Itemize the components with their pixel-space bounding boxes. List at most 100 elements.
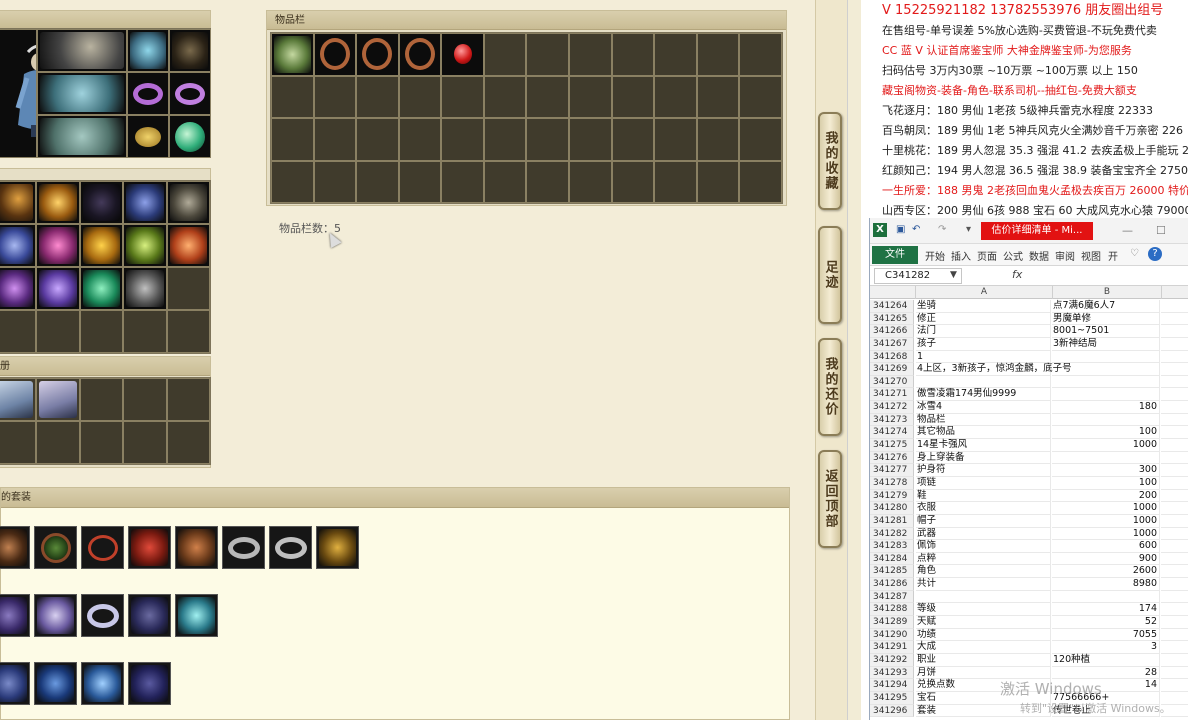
cell-c[interactable] [1161,629,1188,642]
row-number[interactable]: 341291 [870,641,914,654]
tab-developer[interactable]: 开 [1108,248,1118,263]
row-number[interactable]: 341283 [870,540,914,553]
cell-c[interactable] [1161,565,1188,579]
fx-icon[interactable]: fx [1012,268,1022,281]
cell-b[interactable]: 900 [1052,552,1160,566]
cell-b[interactable]: 200 [1052,489,1160,503]
set-item[interactable] [34,662,77,705]
pet-slot-empty[interactable] [79,421,124,464]
tab-view[interactable]: 视图 [1081,248,1101,263]
cell-b[interactable]: 1000 [1052,514,1160,528]
pet-slot-empty[interactable] [123,421,167,464]
cell-c[interactable] [1161,540,1188,553]
item-slot[interactable] [166,181,210,224]
back-to-top-button[interactable]: 返回顶部 [818,450,842,548]
redo-icon[interactable]: ↷ [938,225,948,235]
cell-c[interactable] [1161,616,1188,629]
equip-slot-hat[interactable] [127,29,169,72]
column-header-b[interactable]: B [1052,286,1161,299]
item-slot-empty[interactable] [166,310,210,353]
cell-c[interactable] [1161,641,1188,654]
item-slot[interactable] [166,224,210,267]
cell-a[interactable]: 帽子 [916,514,1051,528]
pet-slot-empty[interactable] [166,421,210,464]
cell-a[interactable]: 孩子 [916,337,1051,351]
set-item[interactable] [34,526,77,569]
inventory-slot-empty[interactable] [526,75,570,118]
row-number[interactable]: 341289 [870,616,914,629]
inventory-slot-empty[interactable] [611,75,655,118]
pet-slot[interactable] [0,378,37,421]
equip-slot-amulet[interactable] [127,115,169,158]
set-item[interactable] [81,662,124,705]
row-number[interactable]: 341275 [870,439,914,452]
cell-c[interactable] [1161,464,1188,477]
inventory-slot-empty[interactable] [569,118,612,161]
equip-slot-mask[interactable] [169,29,211,72]
footprints-button[interactable]: 足迹 [818,226,842,324]
pet-slot-empty[interactable] [123,378,167,421]
cell-c[interactable] [1161,426,1188,440]
tab-data[interactable]: 数据 [1029,248,1049,263]
row-number[interactable]: 341279 [870,489,914,503]
cell-b[interactable]: 男魔单修 [1052,312,1160,326]
tab-insert[interactable]: 插入 [951,248,971,263]
item-slot[interactable] [0,267,37,310]
row-number[interactable]: 341269 [870,363,914,376]
cell-a[interactable]: 法门 [916,325,1051,338]
row-number[interactable]: 341271 [870,388,914,402]
tab-home[interactable]: 开始 [925,248,945,263]
cell-a[interactable]: 职业 [916,653,1051,667]
row-number[interactable]: 341270 [870,375,914,389]
inventory-slot[interactable] [356,33,399,76]
inventory-slot-empty[interactable] [398,118,442,161]
row-number[interactable]: 341265 [870,312,914,326]
row-number[interactable]: 341285 [870,565,914,579]
equip-slot-ring[interactable] [169,72,211,115]
undo-icon[interactable]: ↶ [912,225,922,235]
item-slot[interactable] [79,181,124,224]
inventory-slot[interactable] [313,33,357,76]
cell-b[interactable]: 8001~7501 [1052,325,1160,338]
cell-a[interactable]: 天赋 [916,616,1051,629]
set-item[interactable] [81,594,124,637]
inventory-slot-empty[interactable] [696,33,740,76]
cell-c[interactable] [1161,401,1188,414]
minimize-icon[interactable]: — [1122,224,1133,237]
cell-c[interactable] [1161,603,1188,617]
cell-a[interactable]: 1 [916,350,1051,364]
customize-icon[interactable]: ▾ [966,225,976,235]
cell-c[interactable] [1161,300,1188,313]
name-box-dropdown-icon[interactable]: ▼ [950,270,957,280]
cell-b[interactable]: 1000 [1052,527,1160,541]
tab-file[interactable]: 文件 [872,246,918,264]
item-slot[interactable] [79,267,124,310]
cell-a[interactable]: 共计 [916,578,1051,591]
cell-a[interactable]: 坐骑 [916,300,1051,313]
inventory-slot-empty[interactable] [696,75,740,118]
cell-b[interactable]: 300 [1052,464,1160,477]
set-item[interactable] [81,526,124,569]
row-number[interactable]: 341276 [870,451,914,465]
cell-c[interactable] [1161,667,1188,680]
set-item[interactable] [269,526,312,569]
inventory-slot-empty[interactable] [313,118,357,161]
cell-a[interactable] [916,590,1051,604]
column-header-a[interactable]: A [915,286,1052,299]
row-number[interactable]: 341281 [870,514,914,528]
inventory-slot-empty[interactable] [483,33,527,76]
row-number[interactable]: 341266 [870,325,914,338]
row-number[interactable]: 341286 [870,578,914,591]
cell-b[interactable]: 600 [1052,540,1160,553]
cell-c[interactable] [1161,388,1188,402]
inventory-slot-empty[interactable] [654,75,697,118]
inventory-slot-empty[interactable] [739,160,782,203]
item-slot[interactable] [123,267,167,310]
row-number[interactable]: 341274 [870,426,914,440]
set-item[interactable] [222,526,265,569]
item-slot[interactable] [36,224,80,267]
tab-formulas[interactable]: 公式 [1003,248,1023,263]
cell-a[interactable]: 项链 [916,476,1051,490]
item-slot[interactable] [123,224,167,267]
cell-b[interactable]: 100 [1052,476,1160,490]
